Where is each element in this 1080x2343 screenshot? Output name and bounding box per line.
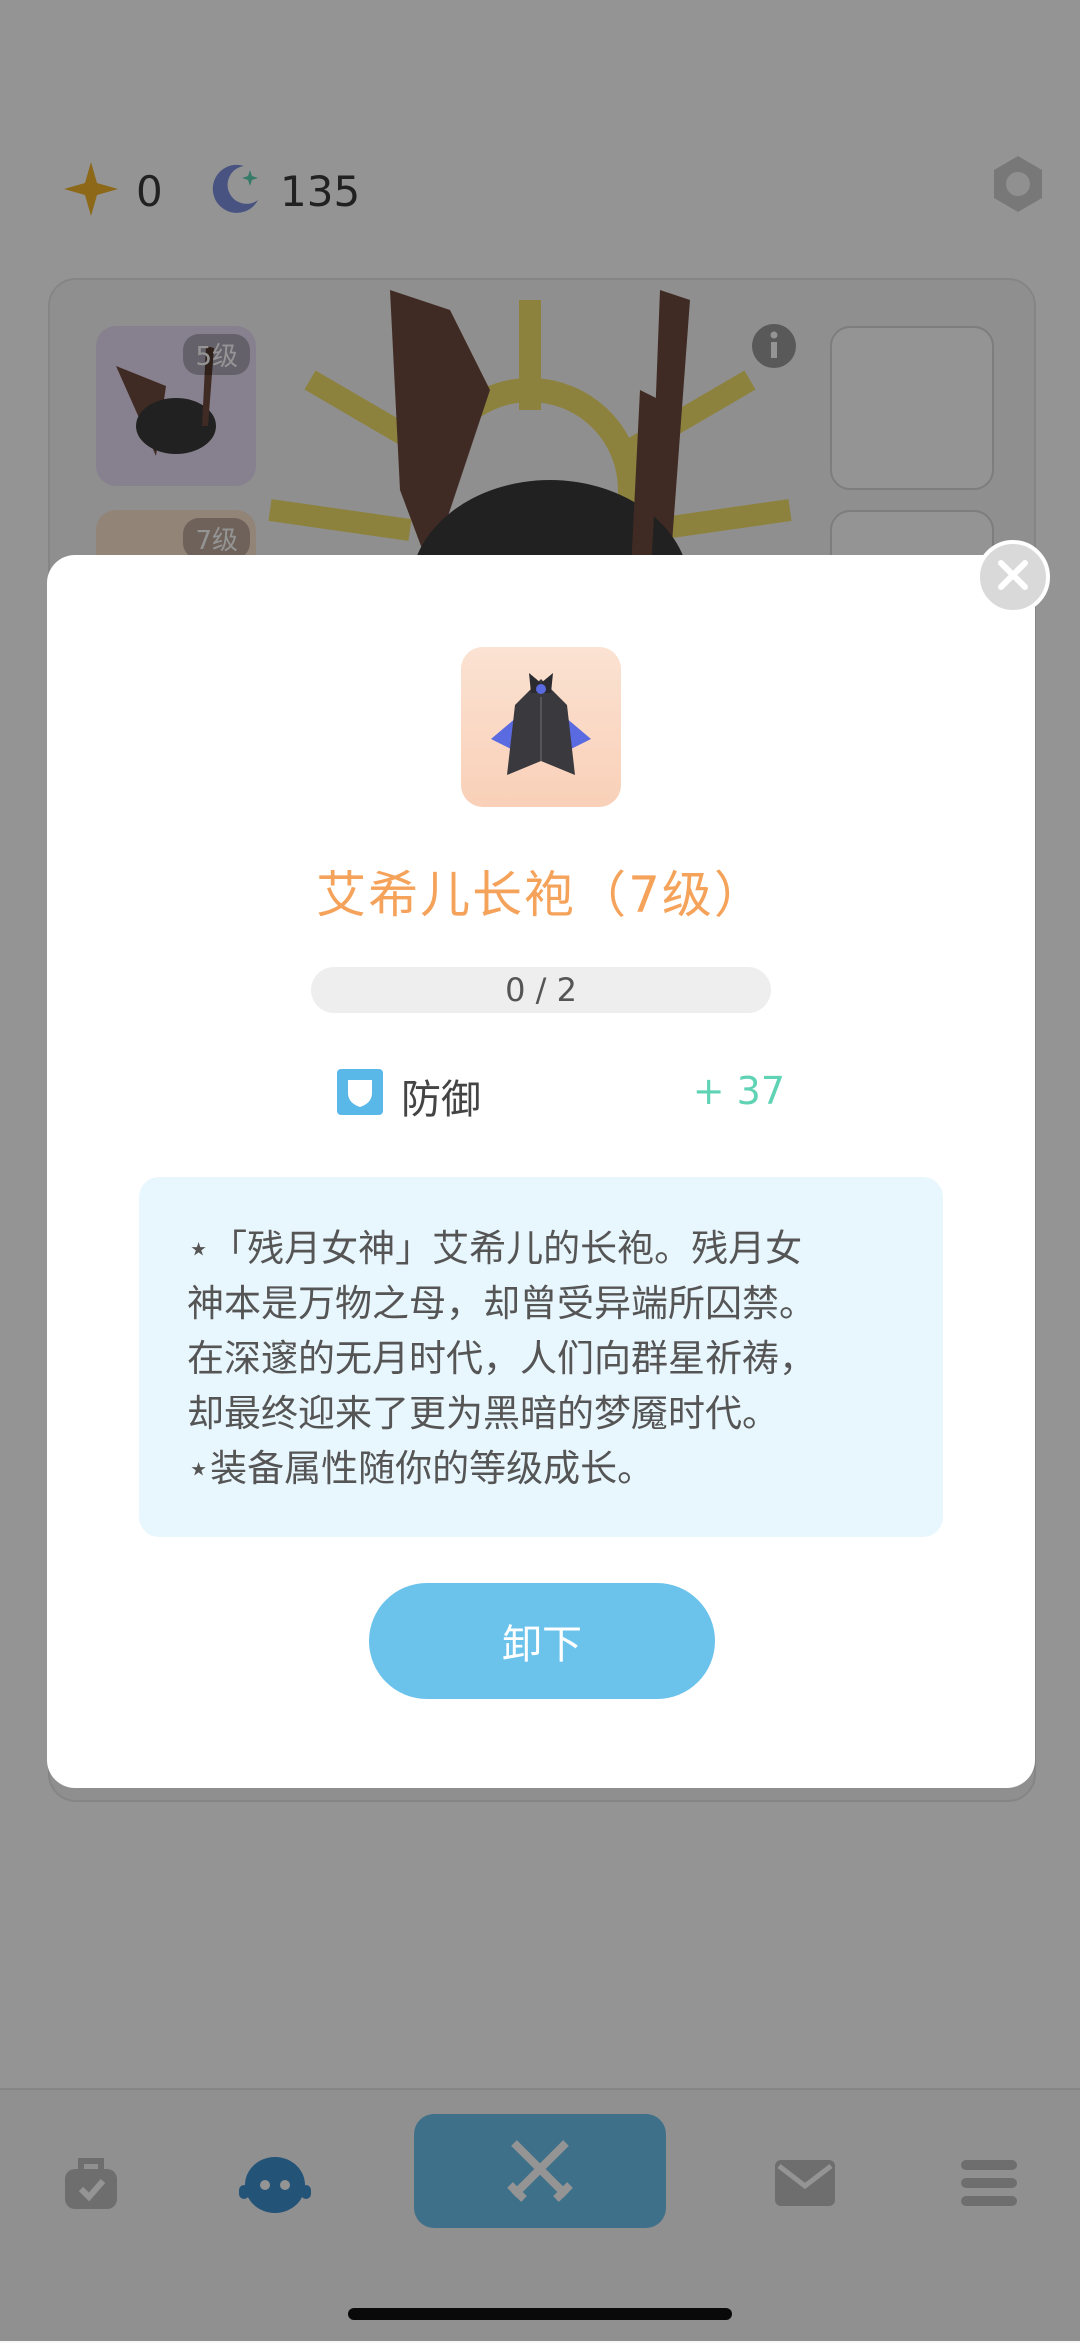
item-description: ⋆「残月女神」艾希儿的长袍。残月女 神本是万物之母，却曾受异端所囚禁。 在深邃的… [139,1177,943,1537]
close-icon [995,557,1031,597]
description-line: 在深邃的无月时代，人们向群星祈祷， [187,1337,816,1380]
item-icon [461,647,621,807]
description-line: 神本是万物之母，却曾受异端所囚禁。 [187,1282,816,1325]
description-line: 却最终迎来了更为黑暗的梦魇时代。 [187,1392,779,1435]
upgrade-progress: 0 / 2 [311,967,771,1013]
close-button[interactable] [976,540,1050,614]
robe-icon [491,673,591,775]
stat-label: 防御 [401,1077,481,1123]
item-title: 艾希儿长袍（7级） [316,866,766,924]
item-detail-modal: 艾希儿长袍（7级） 0 / 2 防御 + 37 ⋆「残月女神」艾希儿的长袍。残月… [47,555,1035,1788]
unequip-button[interactable]: 卸下 [369,1583,715,1699]
description-line: ⋆「残月女神」艾希儿的长袍。残月女 [187,1227,803,1270]
description-line: ⋆装备属性随你的等级成长。 [187,1447,655,1490]
shield-icon [337,1069,383,1115]
stat-value: + 37 [692,1069,785,1113]
stat-row-defense: 防御 + 37 [337,1063,817,1123]
